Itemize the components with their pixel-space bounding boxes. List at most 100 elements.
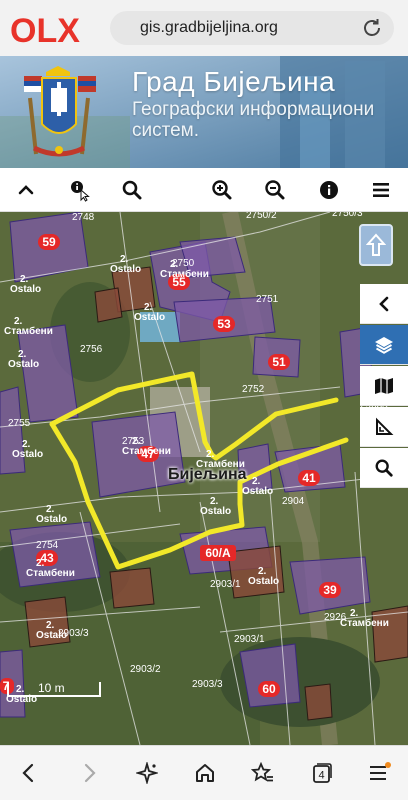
parcel-number: 2903/2: [130, 664, 161, 675]
building-marker: 2.: [144, 302, 153, 313]
land-use-label: Ostalo: [242, 486, 273, 497]
object-number-badge: 60/A: [205, 546, 231, 560]
land-use-label: Стамбени: [340, 617, 389, 629]
land-use-label: Ostalo: [10, 284, 41, 295]
parcel-number: 2754: [36, 540, 59, 551]
info-button[interactable]: [313, 174, 345, 206]
side-collapse-button[interactable]: [360, 284, 408, 324]
parcel-number: 2903/1: [210, 579, 241, 590]
measure-icon: [376, 417, 394, 435]
hamburger-icon: [370, 762, 391, 780]
building-marker: 2.: [20, 274, 29, 285]
forward-button[interactable]: [74, 758, 104, 788]
map-canvas[interactable]: 59 55 53 51 47 41 43 60/A 39 60 7 2748 2750/2 2750/3…: [0, 212, 408, 745]
map-toolbar: [0, 168, 408, 212]
land-use-label: Ostalo: [110, 264, 141, 275]
building-marker: 2.: [22, 439, 31, 450]
menu-button[interactable]: [365, 174, 397, 206]
object-number-badge: 39: [323, 583, 337, 597]
parcel-number: 2903/1: [234, 634, 265, 645]
object-number-badge: 60: [262, 682, 276, 696]
parcel-number: 2755: [8, 418, 31, 429]
land-use-label: Ostalo: [36, 630, 67, 641]
url-bar[interactable]: gis.gradbijeljina.org: [110, 11, 394, 45]
land-use-label: Стамбени: [4, 325, 53, 337]
basemap-button[interactable]: [360, 366, 408, 406]
search-button[interactable]: [116, 174, 148, 206]
building-marker: 2.: [206, 449, 215, 460]
layers-button[interactable]: [360, 325, 408, 365]
collapse-up-button[interactable]: [10, 174, 42, 206]
street-label: Бијељина: [168, 466, 247, 483]
parcel-number: 2750/3: [332, 212, 363, 219]
home-button[interactable]: [190, 758, 220, 788]
north-up-button[interactable]: [359, 224, 393, 266]
building-marker: 2.: [170, 259, 179, 270]
back-button[interactable]: [14, 758, 44, 788]
parcel-number: 2751: [256, 294, 279, 305]
browser-menu-button[interactable]: [364, 758, 394, 788]
banner-title: Град Бијељина: [132, 66, 336, 97]
identify-button[interactable]: [64, 174, 96, 206]
scale-label: 10 m: [38, 681, 65, 695]
land-use-label: Ostalo: [12, 449, 43, 460]
zoom-in-button[interactable]: [206, 174, 238, 206]
chevron-left-icon: [379, 296, 389, 311]
building-marker: 2.: [210, 496, 219, 507]
search-icon: [122, 180, 142, 200]
browser-bottom-nav: 4: [0, 745, 408, 800]
land-use-label: Ostalo: [248, 576, 279, 587]
building-marker: 2.: [46, 620, 55, 631]
building-marker: 2.: [120, 254, 129, 265]
land-use-label: Стамбени: [160, 268, 209, 280]
assistant-button[interactable]: [132, 758, 162, 788]
parcel-number: 2903/3: [192, 679, 223, 690]
map-icon: [375, 377, 393, 394]
hamburger-icon: [373, 183, 389, 197]
banner-subtitle: Географски информациони систем.: [132, 99, 375, 141]
parcel-number: 2756: [80, 344, 103, 355]
arrow-up-icon: [366, 233, 386, 256]
object-number-badge: 53: [217, 317, 231, 331]
building-marker: 2.: [252, 476, 261, 487]
zoom-out-button[interactable]: [259, 174, 291, 206]
search-icon: [375, 459, 393, 477]
parcel-number: 2750/2: [246, 212, 277, 221]
back-icon: [22, 763, 34, 783]
info-cursor-icon: [71, 181, 90, 202]
parcel-number: 2904: [282, 496, 305, 507]
land-use-label: Стамбени: [122, 445, 171, 457]
zoom-in-icon: [212, 180, 232, 200]
tabs-button[interactable]: 4: [306, 758, 336, 788]
sparkle-icon: [136, 762, 158, 784]
home-icon: [196, 764, 214, 782]
land-use-label: Ostalo: [36, 514, 67, 525]
scale-bar: 10 m: [6, 678, 104, 700]
object-number-badge: 51: [272, 355, 286, 369]
zoom-out-icon: [265, 180, 285, 200]
building-marker: 2.: [350, 608, 359, 619]
chevron-up-icon: [18, 185, 34, 195]
object-number-badge: 41: [302, 471, 316, 485]
parcel-number: 2748: [72, 212, 95, 223]
olx-logo[interactable]: OLX: [10, 13, 96, 47]
building-marker: 2.: [14, 316, 23, 327]
tabs-icon: 4: [313, 763, 332, 783]
building-marker: 2.: [18, 349, 27, 360]
measure-button[interactable]: [360, 407, 408, 447]
side-search-button[interactable]: [360, 448, 408, 488]
building-marker: 2.: [132, 436, 141, 447]
building-marker: 2.: [46, 504, 55, 515]
browser-top-bar: OLX gis.gradbijeljina.org: [0, 0, 408, 56]
object-number-badge: 59: [42, 235, 56, 249]
forward-icon: [84, 763, 96, 783]
layers-icon: [375, 336, 393, 354]
star-list-icon: [251, 762, 273, 782]
favorites-button[interactable]: [248, 758, 278, 788]
land-use-label: Ostalo: [134, 312, 165, 323]
land-use-label: Ostalo: [200, 506, 231, 517]
site-banner: Град Бијељина Географски информациони си…: [0, 56, 408, 168]
tab-count: 4: [318, 770, 324, 782]
reload-icon[interactable]: [360, 16, 384, 40]
parcel-number: 2752: [242, 384, 265, 395]
